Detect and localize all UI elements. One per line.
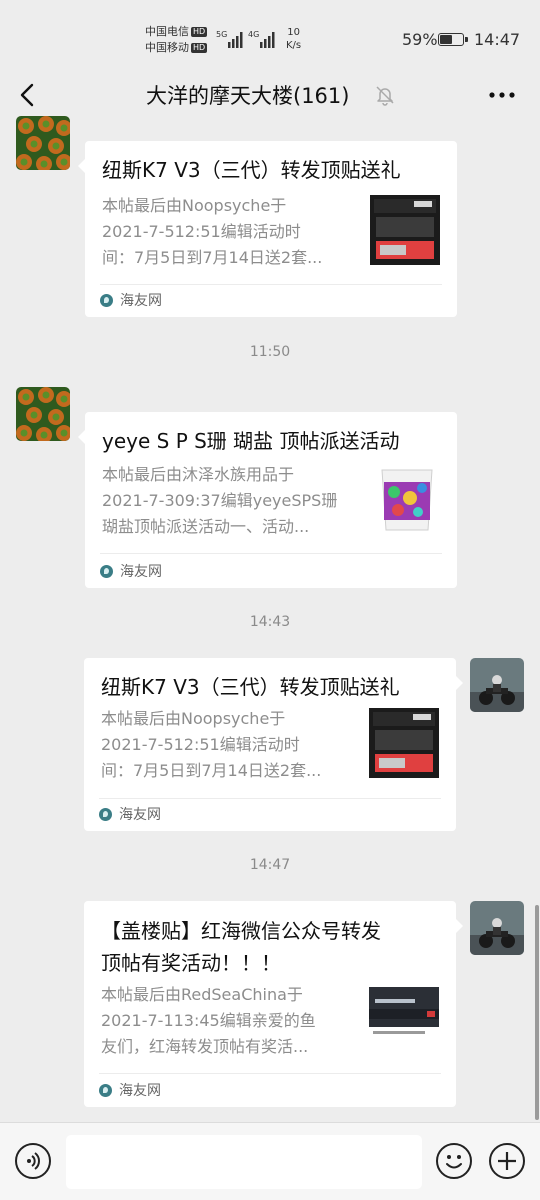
- network-speed: 10 K/s: [286, 26, 301, 52]
- chat-input-bar: [0, 1122, 540, 1200]
- card-source: 海友网: [100, 561, 162, 583]
- plus-icon[interactable]: [489, 1143, 525, 1179]
- card-title: 纽斯K7 V3（三代）转发顶贴送礼: [102, 158, 401, 182]
- link-card-1[interactable]: 纽斯K7 V3（三代）转发顶贴送礼 本帖最后由Noopsyche于 2021-7-…: [78, 141, 457, 317]
- avatar-self-motorcycle[interactable]: [470, 901, 524, 955]
- k7-product-thumbnail: [369, 708, 439, 778]
- back-icon[interactable]: [14, 80, 44, 110]
- haiyou-logo-icon: [99, 1084, 112, 1097]
- avatar-coral[interactable]: [16, 387, 70, 441]
- timestamp: 14:43: [249, 614, 291, 630]
- signal-icon: 5G 4G: [216, 30, 275, 48]
- timestamp: 14:47: [249, 857, 291, 873]
- coral-salt-bucket-thumbnail: [372, 464, 442, 534]
- status-bar: 中国电信 HD 中国移动 HD 5G 4G 10 K/s 59% 14:47: [0, 0, 540, 70]
- card-source: 海友网: [99, 804, 161, 826]
- card-description: 本帖最后由沐泽水族用品于 2021-7-309:37编辑yeyeSPS珊 瑚盐顶帖派…: [102, 465, 338, 536]
- haiyou-logo-icon: [99, 808, 112, 821]
- battery-percent: 59%: [402, 30, 438, 49]
- more-icon[interactable]: [488, 84, 516, 106]
- battery-icon: [438, 33, 468, 46]
- network-2-label: 4G: [248, 30, 259, 39]
- chat-title: 大洋的摩天大楼(161): [146, 84, 350, 108]
- hd-badge: HD: [191, 43, 208, 53]
- link-card-4[interactable]: 【盖楼贴】红海微信公众号转发 顶帖有奖活动！！！ 本帖最后由RedSeaChin…: [84, 901, 463, 1107]
- redsea-promo-thumbnail: [369, 985, 439, 1055]
- card-title: 【盖楼贴】红海微信公众号转发 顶帖有奖活动！！！: [101, 919, 381, 975]
- avatar-self-motorcycle[interactable]: [470, 658, 524, 712]
- card-source: 海友网: [99, 1080, 161, 1102]
- carrier-2: 中国移动: [145, 41, 189, 54]
- scrollbar[interactable]: [535, 905, 539, 1120]
- chat-header: 大洋的摩天大楼(161): [0, 70, 540, 120]
- hd-badge: HD: [191, 27, 208, 37]
- haiyou-logo-icon: [100, 565, 113, 578]
- speed-value: 10: [287, 27, 300, 38]
- link-card-3[interactable]: 纽斯K7 V3（三代）转发顶贴送礼 本帖最后由Noopsyche于 2021-7-…: [84, 658, 463, 831]
- link-card-2[interactable]: yeye S P S珊 瑚盐 顶帖派送活动 本帖最后由沐泽水族用品于 2021-7…: [78, 412, 457, 588]
- speed-unit: K/s: [286, 40, 302, 51]
- timestamp: 11:50: [249, 344, 291, 360]
- card-source: 海友网: [100, 290, 162, 312]
- network-1-label: 5G: [216, 30, 227, 39]
- card-description: 本帖最后由Noopsyche于 2021-7-512:51编辑活动时 间：7月5日到…: [102, 196, 323, 267]
- mute-bell-icon: [376, 86, 394, 106]
- avatar-coral[interactable]: [16, 116, 70, 170]
- carrier-info: 中国电信 HD 中国移动 HD: [145, 24, 208, 56]
- card-title: yeye S P S珊 瑚盐 顶帖派送活动: [102, 429, 400, 453]
- card-description: 本帖最后由RedSeaChina于 2021-7-113:45编辑亲爱的鱼 友们，红…: [101, 985, 316, 1056]
- carrier-1: 中国电信: [145, 25, 189, 38]
- haiyou-logo-icon: [100, 294, 113, 307]
- message-input[interactable]: [66, 1135, 422, 1189]
- emoji-icon[interactable]: [436, 1143, 472, 1179]
- card-title: 纽斯K7 V3（三代）转发顶贴送礼: [101, 675, 400, 699]
- voice-icon[interactable]: [15, 1143, 51, 1179]
- card-description: 本帖最后由Noopsyche于 2021-7-512:51编辑活动时 间：7月5日到…: [101, 709, 322, 780]
- k7-product-thumbnail: [370, 195, 440, 265]
- status-time: 14:47: [474, 30, 521, 49]
